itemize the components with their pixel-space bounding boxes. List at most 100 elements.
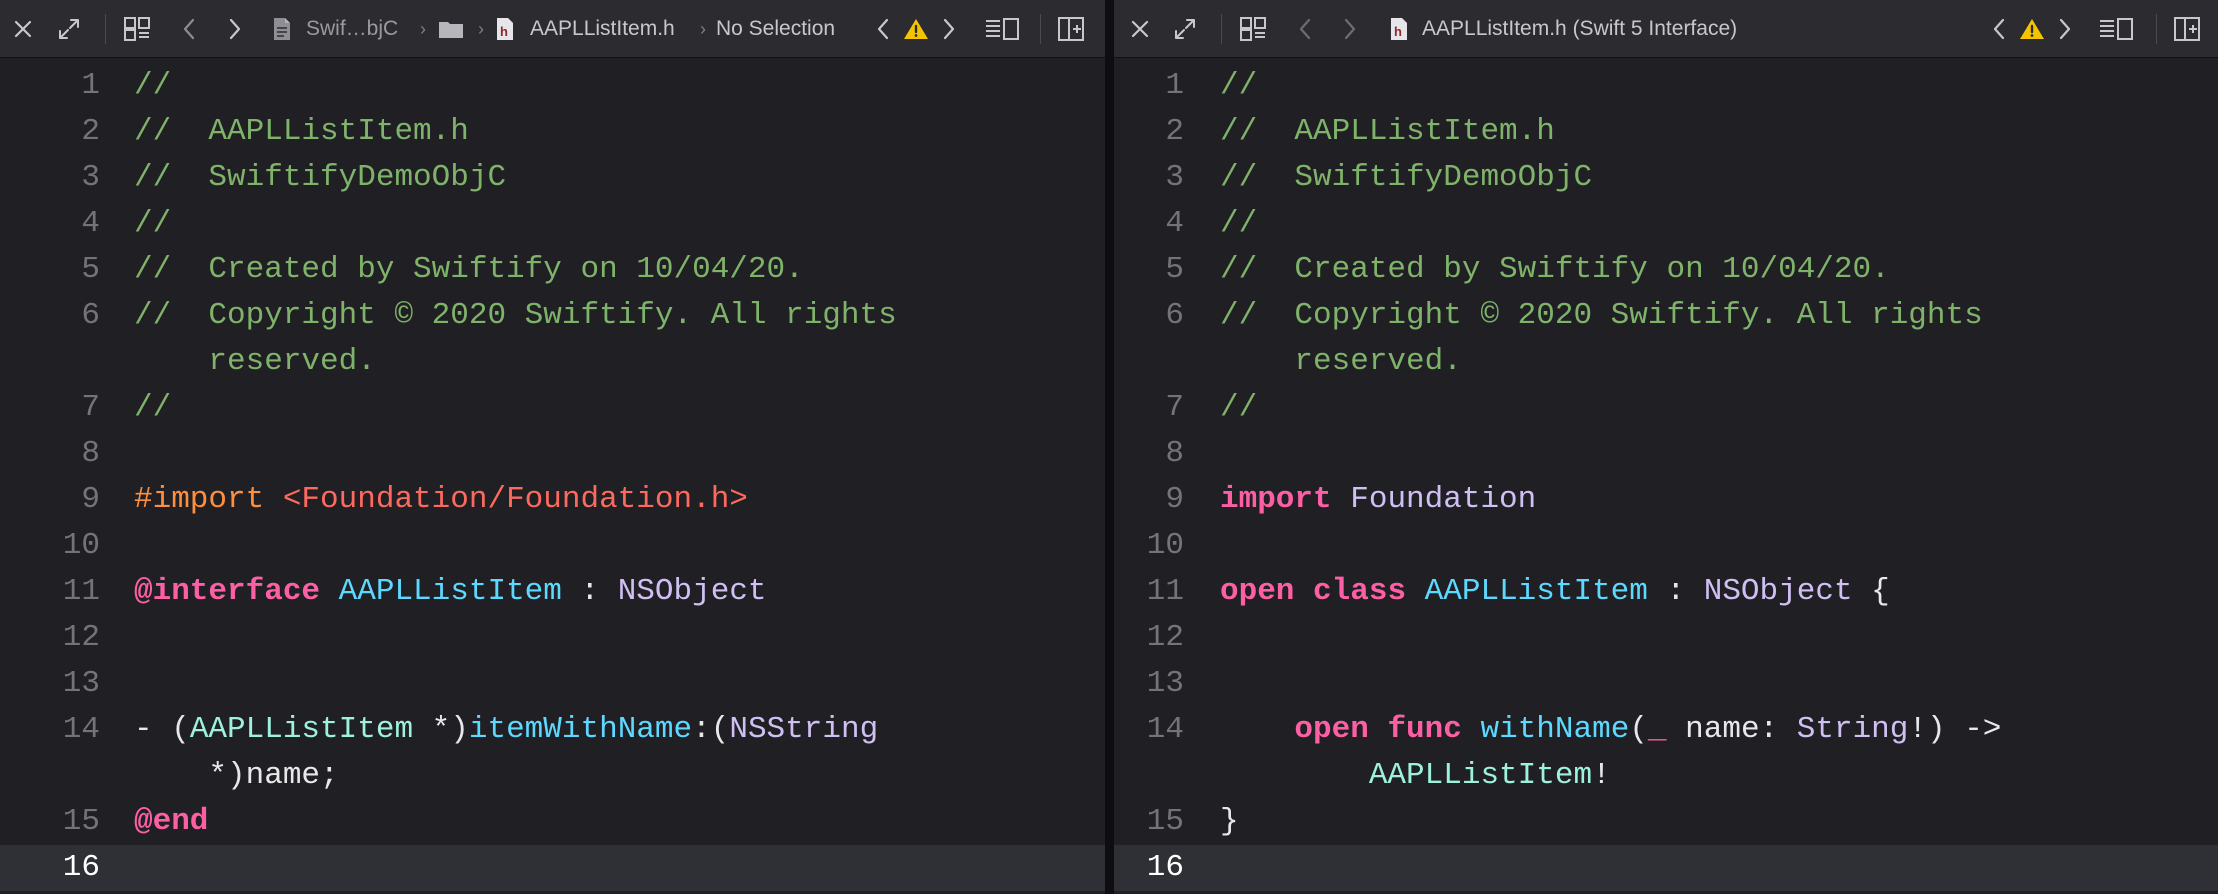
code-line[interactable]: 8 <box>0 431 1105 477</box>
code-token: class <box>1313 574 1407 609</box>
breadcrumb-separator: › <box>700 18 706 39</box>
code-line[interactable]: 8 <box>1114 431 2218 477</box>
line-number: 12 <box>1146 620 1184 655</box>
code-line[interactable]: 14 open func withName(_ name: String!) -… <box>1114 707 2218 753</box>
line-number: 1 <box>1165 68 1184 103</box>
code-token: // SwiftifyDemoObjC <box>134 160 507 195</box>
expand-icon[interactable] <box>54 0 84 58</box>
code-line[interactable]: 16 <box>0 845 1105 891</box>
line-number: 9 <box>1165 482 1184 517</box>
code-token: import <box>1220 482 1332 517</box>
code-line[interactable]: 11 open class AAPLListItem : NSObject { <box>1114 569 2218 615</box>
code-line[interactable]: 15} <box>1114 799 2218 845</box>
back-icon[interactable] <box>1294 0 1316 58</box>
warning-icon[interactable] <box>2018 0 2046 58</box>
code-token: :( <box>692 712 730 747</box>
code-line[interactable]: 7 // <box>0 385 1105 431</box>
code-line[interactable]: 10 <box>0 523 1105 569</box>
line-number: 6 <box>81 298 100 333</box>
close-icon[interactable] <box>1127 0 1153 58</box>
code-line[interactable]: 1 // <box>0 63 1105 109</box>
code-line[interactable]: 13 <box>1114 661 2218 707</box>
line-number: 16 <box>62 850 100 885</box>
split-divider[interactable] <box>1105 0 1114 894</box>
code-text: } <box>1220 799 1239 845</box>
code-line[interactable]: 14 - (AAPLListItem *)itemWithName:(NSStri… <box>0 707 1105 753</box>
code-line[interactable]: 6 // Copyright © 2020 Swiftify. All right… <box>0 293 1105 339</box>
left-jump-bar: Swif…bjC › › h AAPLListItem.h › No Selec… <box>0 0 1105 58</box>
code-text: open class AAPLListItem : NSObject { <box>1220 569 1890 615</box>
code-line[interactable]: 7 // <box>1114 385 2218 431</box>
code-line[interactable]: 2 // AAPLListItem.h <box>0 109 1105 155</box>
code-token: } <box>1220 804 1239 839</box>
code-line[interactable]: *)name; <box>0 753 1105 799</box>
add-editor-icon[interactable] <box>1056 0 1086 58</box>
forward-icon[interactable] <box>224 0 246 58</box>
code-line[interactable]: 3 // SwiftifyDemoObjC <box>0 155 1105 201</box>
lines-icon[interactable] <box>2098 0 2134 58</box>
code-line[interactable]: 5 // Created by Swiftify on 10/04/20. <box>1114 247 2218 293</box>
left-code-editor[interactable]: 1 // 2 // AAPLListItem.h 3 // SwiftifyDemoObj… <box>0 58 1105 894</box>
related-items-icon[interactable] <box>122 0 152 58</box>
code-token: ( <box>1629 712 1648 747</box>
code-line[interactable]: 10 <box>1114 523 2218 569</box>
breadcrumb-project[interactable]: Swif…bjC <box>306 0 398 58</box>
add-editor-icon[interactable] <box>2172 0 2202 58</box>
next-issue-icon[interactable] <box>2056 0 2074 58</box>
code-line[interactable]: 15 @end <box>0 799 1105 845</box>
code-token: #import <box>134 482 283 517</box>
next-issue-icon[interactable] <box>940 0 958 58</box>
code-text: // AAPLListItem.h <box>134 109 469 155</box>
code-token: : <box>561 574 618 609</box>
code-token: withName <box>1480 712 1630 747</box>
folder-icon[interactable] <box>436 0 466 58</box>
breadcrumb-file[interactable]: AAPLListItem.h <box>530 0 675 58</box>
code-text: // Created by Swiftify on 10/04/20. <box>1220 247 1890 293</box>
breadcrumb-selection[interactable]: No Selection <box>716 0 835 58</box>
right-editor-pane: h AAPLListItem.h (Swift 5 Interface) 1 // <box>1114 0 2218 894</box>
code-line[interactable]: 16 <box>1114 845 2218 891</box>
line-number: 14 <box>62 712 100 747</box>
code-line[interactable]: 6 // Copyright © 2020 Swiftify. All right… <box>1114 293 2218 339</box>
right-code-editor[interactable]: 1 // 2 // AAPLListItem.h 3 // SwiftifyDemoObj… <box>1114 58 2218 894</box>
back-icon[interactable] <box>178 0 200 58</box>
code-line[interactable]: 12 <box>0 615 1105 661</box>
svg-text:h: h <box>500 24 508 39</box>
code-line[interactable]: 11 @interface AAPLListItem : NSObject <box>0 569 1105 615</box>
related-items-icon[interactable] <box>1238 0 1268 58</box>
code-token: AAPLListItem <box>1424 574 1648 609</box>
code-line[interactable]: 4 // <box>1114 201 2218 247</box>
editor-title[interactable]: AAPLListItem.h (Swift 5 Interface) <box>1422 0 1737 58</box>
warning-icon[interactable] <box>902 0 930 58</box>
code-token: open <box>1220 574 1295 609</box>
code-line[interactable]: 3 // SwiftifyDemoObjC <box>1114 155 2218 201</box>
line-number: 2 <box>81 114 100 149</box>
previous-issue-icon[interactable] <box>874 0 892 58</box>
code-line[interactable]: 5 // Created by Swiftify on 10/04/20. <box>0 247 1105 293</box>
code-line[interactable]: reserved. <box>0 339 1105 385</box>
code-line[interactable]: 4 // <box>0 201 1105 247</box>
code-line[interactable]: 9 #import <Foundation/Foundation.h> <box>0 477 1105 523</box>
code-token: *)name; <box>134 758 339 793</box>
code-line[interactable]: 13 <box>0 661 1105 707</box>
code-line[interactable]: reserved. <box>1114 339 2218 385</box>
code-token: @end <box>134 804 209 839</box>
expand-icon[interactable] <box>1170 0 1200 58</box>
forward-icon[interactable] <box>1339 0 1361 58</box>
code-line[interactable]: 12 <box>1114 615 2218 661</box>
close-icon[interactable] <box>10 0 36 58</box>
code-token: Foundation <box>1350 482 1537 517</box>
line-number: 3 <box>1165 160 1184 195</box>
previous-issue-icon[interactable] <box>1990 0 2008 58</box>
code-token: // SwiftifyDemoObjC <box>1220 160 1593 195</box>
code-line[interactable]: 2 // AAPLListItem.h <box>1114 109 2218 155</box>
code-text: reserved. <box>1220 339 1461 385</box>
lines-icon[interactable] <box>984 0 1020 58</box>
code-text: AAPLListItem! <box>1220 753 1611 799</box>
code-line[interactable]: 9 import Foundation <box>1114 477 2218 523</box>
code-line[interactable]: AAPLListItem! <box>1114 753 2218 799</box>
line-number: 7 <box>81 390 100 425</box>
breadcrumb-separator: › <box>420 18 426 39</box>
code-line[interactable]: 1 // <box>1114 63 2218 109</box>
